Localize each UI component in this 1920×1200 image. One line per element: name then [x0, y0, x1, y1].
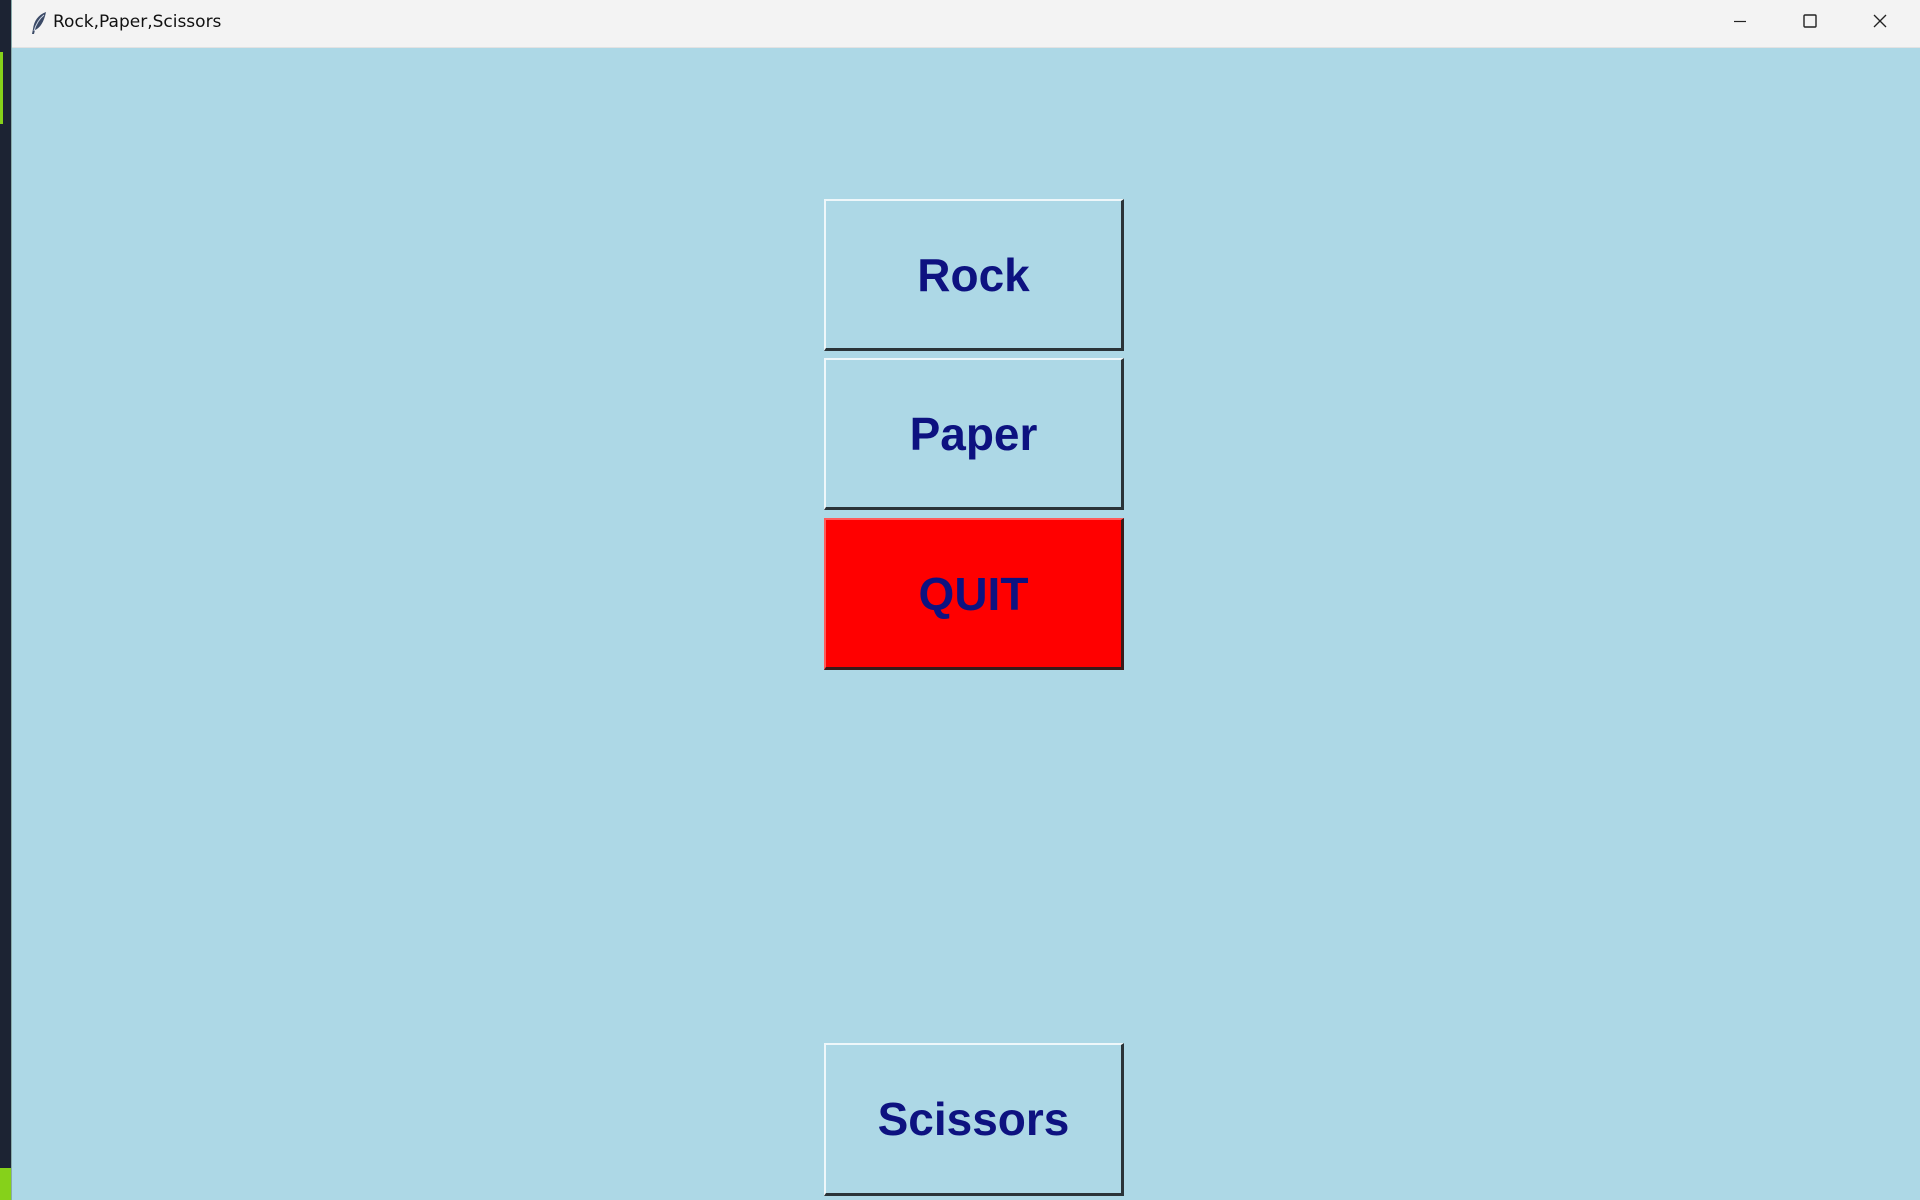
feather-icon: [28, 11, 50, 35]
rock-button[interactable]: Rock: [824, 199, 1124, 351]
desktop-accent: [0, 52, 3, 124]
minimize-button[interactable]: [1706, 0, 1774, 47]
close-icon: [1872, 13, 1888, 34]
quit-button[interactable]: QUIT: [824, 518, 1124, 670]
taskbar-accent: [0, 1168, 12, 1200]
scissors-button[interactable]: Scissors: [824, 1043, 1124, 1196]
paper-button[interactable]: Paper: [824, 358, 1124, 510]
title-bar[interactable]: Rock,Paper,Scissors: [12, 0, 1920, 48]
desktop-background: [0, 0, 12, 1200]
close-button[interactable]: [1846, 0, 1914, 47]
app-window: Rock,Paper,Scissors Rock Paper QUIT Scis…: [12, 0, 1920, 1200]
window-title: Rock,Paper,Scissors: [53, 12, 222, 32]
game-area: Rock Paper QUIT Scissors: [12, 48, 1920, 1200]
maximize-button[interactable]: [1776, 0, 1844, 47]
minimize-icon: [1732, 13, 1748, 34]
maximize-icon: [1802, 13, 1818, 34]
